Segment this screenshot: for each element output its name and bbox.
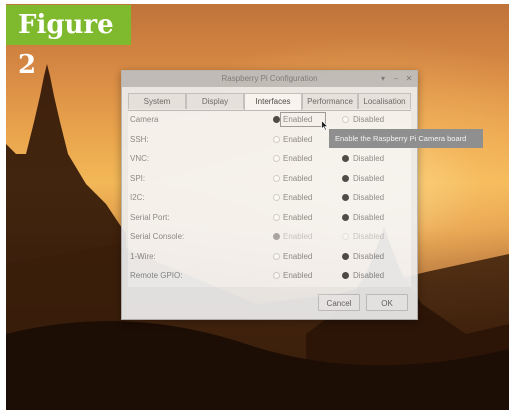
interface-label: SPI:	[130, 173, 146, 183]
interface-label: Serial Port:	[130, 212, 170, 222]
interface-label: VNC:	[130, 154, 150, 163]
interface-label: SSH:	[130, 134, 149, 144]
disabled-option-label[interactable]: Disabled	[353, 115, 384, 124]
tab-bar: System Display Interfaces Performance Lo…	[128, 93, 411, 111]
interface-row: Serial Port: Enabled Disabled	[128, 209, 411, 228]
interface-row: I2C: Enabled Disabled	[128, 189, 411, 208]
tab-display[interactable]: Display	[186, 93, 244, 109]
interface-row: Camera Enabled Disabled	[128, 111, 411, 130]
enabled-radio[interactable]	[273, 194, 280, 201]
window-titlebar[interactable]: Raspberry Pi Configuration ▾ – ✕	[122, 71, 417, 87]
tab-localisation[interactable]: Localisation	[358, 93, 411, 109]
interface-row: Remote GPIO: Enabled Disabled	[128, 267, 411, 286]
enabled-option-label[interactable]: Enabled	[283, 213, 312, 222]
enabled-radio[interactable]	[273, 213, 280, 221]
enabled-option-label[interactable]: Enabled	[283, 271, 312, 280]
disabled-radio[interactable]	[342, 155, 349, 162]
disabled-option-label[interactable]: Disabled	[353, 154, 384, 163]
interface-row: VNC: Enabled Disabled	[128, 150, 411, 169]
tab-performance[interactable]: Performance	[302, 93, 358, 109]
interface-row: 1-Wire: Enabled Disabled	[128, 248, 411, 267]
raspberry-pi-configuration-dialog: Raspberry Pi Configuration ▾ – ✕ System …	[121, 70, 418, 320]
cancel-button[interactable]: Cancel	[318, 294, 360, 311]
window-title: Raspberry Pi Configuration	[221, 74, 318, 83]
enabled-radio[interactable]	[273, 155, 280, 162]
enabled-option-label[interactable]: Enabled	[283, 154, 312, 163]
enabled-option-label[interactable]: Enabled	[283, 135, 312, 144]
disabled-radio[interactable]	[342, 194, 349, 201]
disabled-option-label[interactable]: Disabled	[353, 213, 384, 222]
disabled-radio[interactable]	[342, 272, 349, 279]
interface-label: 1-Wire:	[130, 251, 156, 261]
enabled-radio[interactable]	[273, 135, 280, 143]
enabled-radio[interactable]	[273, 233, 280, 240]
enabled-radio[interactable]	[273, 116, 280, 123]
disabled-radio[interactable]	[342, 116, 349, 123]
disabled-option-label[interactable]: Disabled	[353, 252, 384, 261]
disabled-radio[interactable]	[342, 233, 349, 240]
enabled-option-label[interactable]: Enabled	[283, 232, 312, 241]
window-menu-icon[interactable]: ▾	[378, 73, 388, 85]
enabled-radio[interactable]	[273, 174, 280, 182]
figure-label: Figure 2	[6, 5, 131, 80]
interface-row: SPI: Enabled Disabled	[128, 170, 411, 189]
disabled-option-label[interactable]: Disabled	[353, 174, 384, 183]
tab-system[interactable]: System	[128, 93, 186, 109]
interface-row: Serial Console: Enabled Disabled	[128, 228, 411, 247]
interface-label: I2C:	[130, 193, 145, 202]
enabled-option-label[interactable]: Enabled	[283, 193, 312, 202]
tab-interfaces[interactable]: Interfaces	[244, 93, 302, 110]
camera-tooltip: Enable the Raspberry Pi Camera board	[329, 129, 483, 148]
enabled-option-label[interactable]: Enabled	[283, 174, 312, 183]
enabled-option-label[interactable]: Enabled	[283, 115, 312, 124]
enabled-option-label[interactable]: Enabled	[283, 252, 312, 261]
disabled-option-label[interactable]: Disabled	[353, 271, 384, 280]
ok-button[interactable]: OK	[366, 294, 408, 311]
disabled-radio[interactable]	[342, 213, 349, 221]
interface-label: Camera	[130, 115, 159, 124]
mouse-pointer-icon	[321, 120, 329, 131]
disabled-radio[interactable]	[342, 252, 349, 260]
disabled-option-label[interactable]: Disabled	[353, 232, 384, 241]
disabled-radio[interactable]	[342, 174, 349, 182]
interface-label: Remote GPIO:	[130, 271, 183, 280]
interface-label: Serial Console:	[130, 232, 185, 241]
minimize-icon[interactable]: –	[391, 73, 401, 85]
disabled-option-label[interactable]: Disabled	[353, 193, 384, 202]
enabled-radio[interactable]	[273, 272, 280, 279]
close-icon[interactable]: ✕	[404, 73, 414, 85]
enabled-radio[interactable]	[273, 252, 280, 260]
